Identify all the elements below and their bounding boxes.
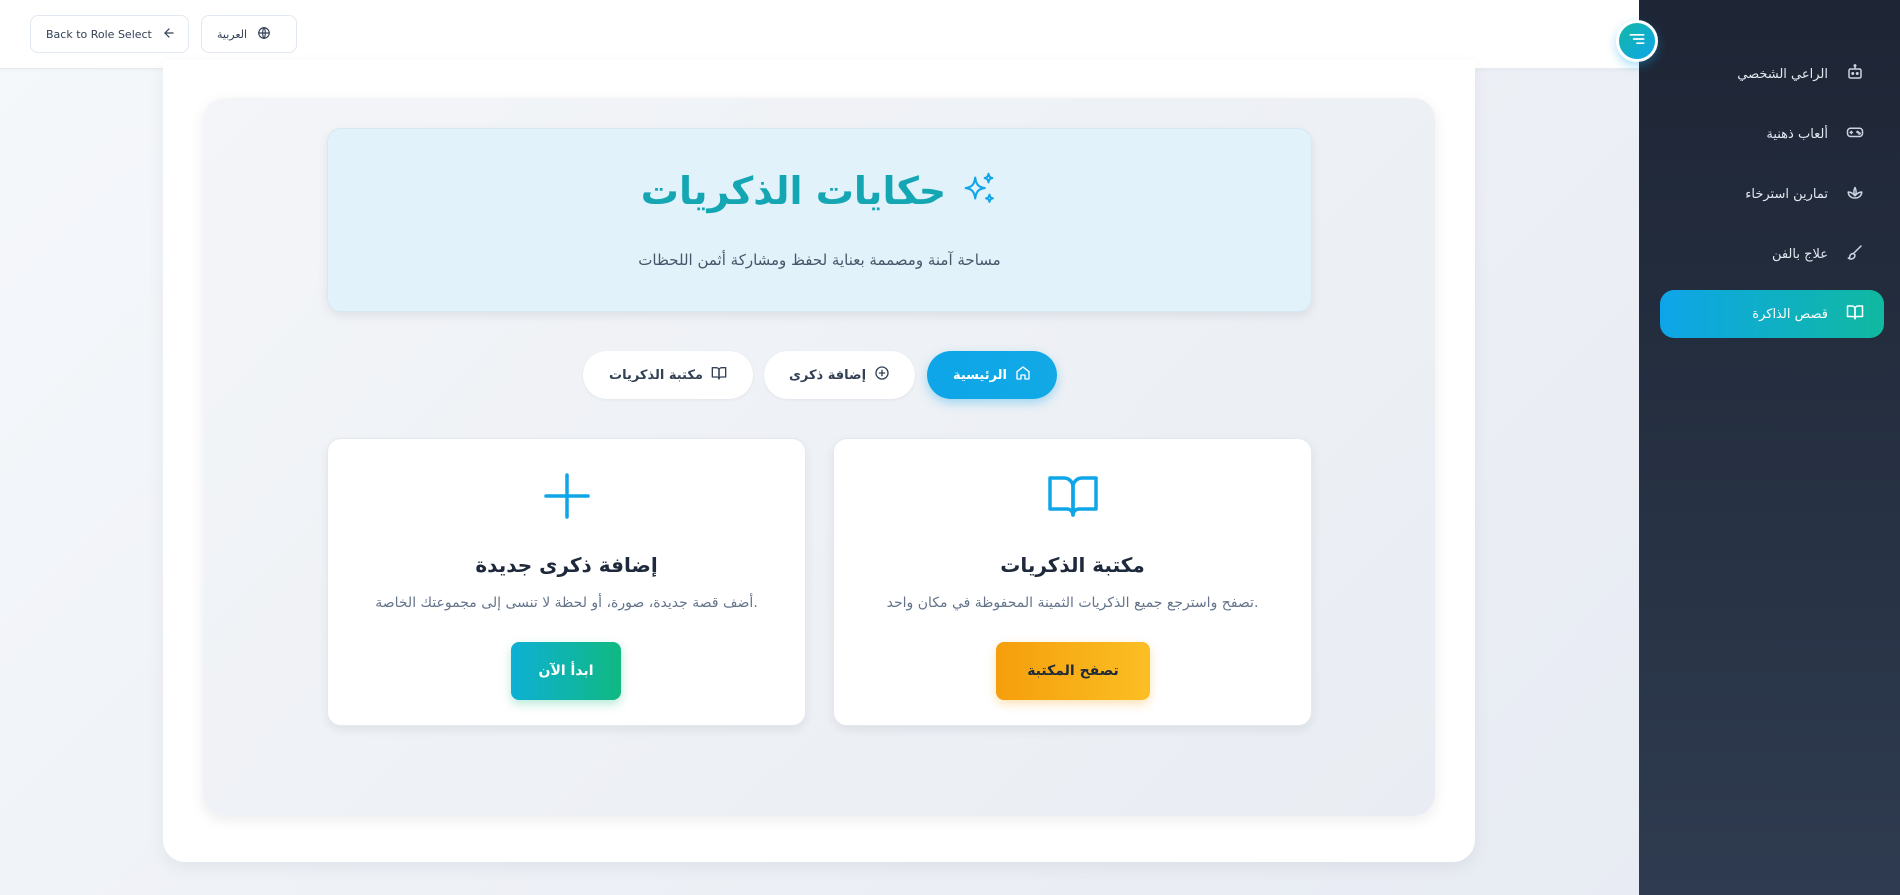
sidebar: الراعي الشخصي ألعاب ذهنية تمارين استرخاء… <box>1639 0 1900 895</box>
tab-home-label: الرئيسية <box>952 367 1008 383</box>
language-label: العربية <box>217 27 248 41</box>
sidebar-item-brain-games[interactable]: ألعاب ذهنية <box>1660 110 1884 158</box>
sidebar-item-label: علاج بالفن <box>1771 246 1828 262</box>
memory-library-card: مكتبة الذكريات تصفح واسترجع جميع الذكريا… <box>833 438 1312 726</box>
tab-home[interactable]: الرئيسية <box>927 351 1057 399</box>
sidebar-item-label: ألعاب ذهنية <box>1766 126 1828 142</box>
home-icon <box>1007 365 1031 385</box>
sidebar-item-memory-stories[interactable]: قصص الذاكرة <box>1660 290 1884 338</box>
back-button-label: Back to Role Select <box>46 27 152 41</box>
start-now-button[interactable]: ابدأ الآن <box>511 642 621 700</box>
hero-title-row: حكايات الذكريات <box>328 169 1311 213</box>
arrow-left-icon <box>162 26 176 43</box>
sidebar-item-label: قصص الذاكرة <box>1752 306 1828 322</box>
book-open-icon <box>1846 303 1864 325</box>
tab-memory-library[interactable]: مكتبة الذكريات <box>583 351 753 399</box>
top-bar: Back to Role Select العربية <box>0 0 1639 69</box>
tab-add-memory-label: إضافة ذكرى <box>788 367 867 383</box>
plus-icon <box>540 469 594 523</box>
robot-icon <box>1846 63 1864 85</box>
gamepad-icon <box>1846 123 1864 145</box>
sidebar-item-personal-caregiver[interactable]: الراعي الشخصي <box>1660 50 1884 98</box>
add-memory-card-title: إضافة ذكرى جديدة <box>475 553 658 577</box>
sidebar-item-label: تمارين استرخاء <box>1745 186 1828 202</box>
sparkles-icon <box>946 170 998 212</box>
hero-banner: حكايات الذكريات مساحة آمنة ومصممة بعناية… <box>327 128 1312 312</box>
menu-icon <box>1627 29 1647 53</box>
plus-circle-icon <box>866 365 890 385</box>
hero-subtitle: مساحة آمنة ومصممة بعناية لحفظ ومشاركة أث… <box>638 251 1001 269</box>
lotus-icon <box>1846 183 1864 205</box>
globe-icon <box>257 26 271 43</box>
language-toggle-button[interactable]: العربية <box>201 15 297 53</box>
sidebar-item-relaxation-exercises[interactable]: تمارين استرخاء <box>1660 170 1884 218</box>
memory-library-card-title: مكتبة الذكريات <box>1000 553 1145 577</box>
add-memory-card: إضافة ذكرى جديدة أضف قصة جديدة، صورة، أو… <box>327 438 806 726</box>
memory-library-card-description: تصفح واسترجع جميع الذكريات الثمينة المحف… <box>886 595 1259 611</box>
back-to-role-select-button[interactable]: Back to Role Select <box>30 15 189 53</box>
sidebar-item-label: الراعي الشخصي <box>1737 66 1828 82</box>
brush-icon <box>1846 243 1864 265</box>
add-memory-card-description: أضف قصة جديدة، صورة، أو لحظة لا تنسى إلى… <box>375 595 758 611</box>
tab-add-memory[interactable]: إضافة ذكرى <box>764 351 915 399</box>
browse-library-button[interactable]: تصفح المكتبة <box>996 642 1150 700</box>
book-open-icon <box>1046 469 1100 523</box>
menu-toggle-button[interactable] <box>1616 20 1658 62</box>
tab-memory-library-label: مكتبة الذكريات <box>609 367 703 383</box>
sidebar-item-art-therapy[interactable]: علاج بالفن <box>1660 230 1884 278</box>
book-open-icon <box>703 365 727 385</box>
page-title: حكايات الذكريات <box>640 169 947 213</box>
